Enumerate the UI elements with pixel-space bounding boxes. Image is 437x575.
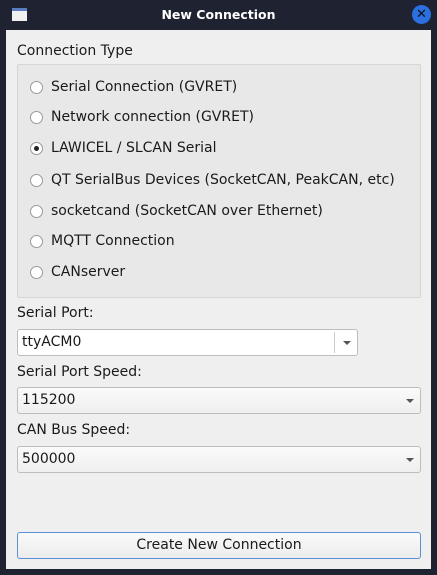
radio-option[interactable]: MQTT Connection — [30, 233, 175, 249]
radio-option[interactable]: socketcand (SocketCAN over Ethernet) — [30, 203, 323, 219]
chevron-down-icon[interactable] — [343, 341, 351, 345]
window-title: New Connection — [161, 7, 276, 22]
close-icon[interactable]: ✕ — [412, 5, 431, 24]
title-bar: New Connection ✕ — [0, 0, 437, 30]
serial-port-combo[interactable]: ttyACM0 — [17, 329, 358, 356]
radio-button[interactable] — [30, 204, 43, 218]
radio-label: LAWICEL / SLCAN Serial — [51, 140, 217, 156]
radio-option[interactable]: LAWICEL / SLCAN Serial — [30, 140, 217, 156]
radio-option[interactable]: CANserver — [30, 264, 125, 280]
radio-label: Serial Connection (GVRET) — [51, 79, 238, 95]
serial-speed-label: Serial Port Speed: — [17, 364, 142, 380]
radio-option[interactable]: QT SerialBus Devices (SocketCAN, PeakCAN… — [30, 172, 395, 188]
create-connection-button[interactable]: Create New Connection — [17, 532, 421, 559]
radio-button[interactable] — [30, 110, 43, 124]
radio-option[interactable]: Network connection (GVRET) — [30, 109, 254, 125]
radio-button[interactable] — [30, 141, 43, 155]
radio-label: MQTT Connection — [51, 233, 175, 249]
radio-label: QT SerialBus Devices (SocketCAN, PeakCAN… — [51, 172, 395, 188]
serial-port-value: ttyACM0 — [22, 334, 82, 350]
serial-port-label: Serial Port: — [17, 305, 94, 321]
serial-speed-value: 115200 — [22, 392, 76, 408]
radio-option[interactable]: Serial Connection (GVRET) — [30, 79, 237, 95]
radio-label: Network connection (GVRET) — [51, 109, 254, 125]
serial-speed-combo[interactable]: 115200 — [17, 387, 421, 414]
chevron-down-icon — [406, 458, 414, 462]
radio-label: CANserver — [51, 264, 126, 280]
radio-button[interactable] — [30, 234, 43, 248]
connection-type-label: Connection Type — [17, 43, 133, 59]
radio-button[interactable] — [30, 80, 43, 94]
radio-label: socketcand (SocketCAN over Ethernet) — [51, 203, 323, 219]
can-speed-combo[interactable]: 500000 — [17, 446, 421, 473]
radio-button[interactable] — [30, 173, 43, 187]
radio-button[interactable] — [30, 265, 43, 279]
can-speed-label: CAN Bus Speed: — [17, 422, 131, 438]
chevron-down-icon — [406, 399, 414, 403]
can-speed-value: 500000 — [22, 451, 76, 467]
